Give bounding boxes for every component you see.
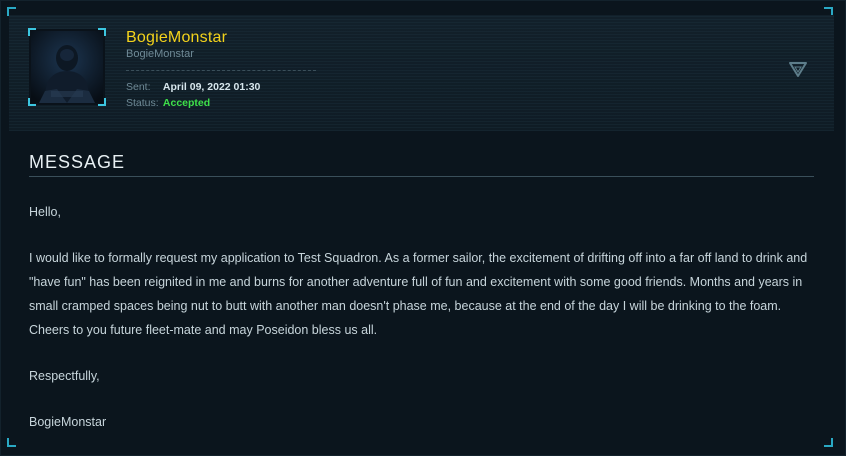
message-body: Hello, I would like to formally request … [29, 200, 819, 456]
status-label: Status: [126, 97, 159, 109]
application-card: BogieMonstar BogieMonstar Sent: April 09… [0, 0, 846, 456]
message-paragraph: BogieMonstar [29, 415, 107, 429]
status-badge: Accepted [162, 97, 211, 109]
frame-corner [824, 438, 833, 447]
avatar[interactable] [28, 28, 106, 106]
username[interactable]: BogieMonstar [126, 29, 227, 47]
message-paragraph: I would like to formally request my appl… [29, 251, 808, 337]
message-heading: MESSAGE [29, 152, 126, 172]
sent-label: Sent: [126, 81, 151, 93]
status-row: Status: Accepted [126, 97, 210, 109]
message-paragraph: Respectfully, [29, 369, 100, 383]
applicant-header: BogieMonstar BogieMonstar Sent: April 09… [9, 15, 834, 131]
sent-timestamp: April 09, 2022 01:30 [162, 81, 261, 93]
divider [29, 176, 814, 177]
divider [126, 70, 316, 71]
sent-row: Sent: April 09, 2022 01:30 [126, 81, 260, 93]
message-paragraph: Hello, [29, 205, 61, 219]
user-handle: BogieMonstar [126, 48, 194, 60]
triangle-down-icon[interactable] [788, 61, 808, 79]
avatar-image [31, 31, 103, 103]
frame-corner [7, 438, 16, 447]
